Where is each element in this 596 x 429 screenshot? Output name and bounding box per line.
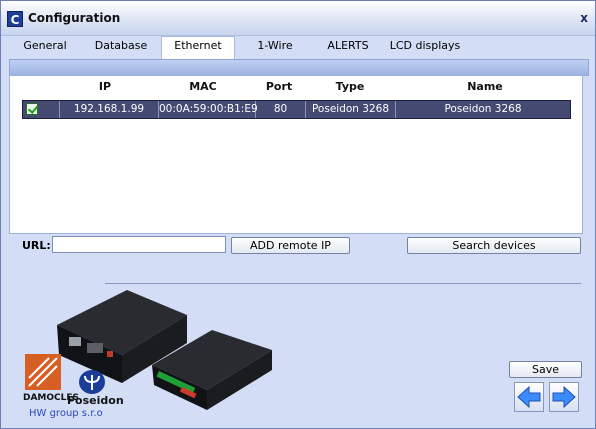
tab-ethernet[interactable]: Ethernet: [161, 36, 235, 59]
cell-port: 80: [256, 101, 306, 118]
divider: [105, 283, 581, 284]
window-title: Configuration: [28, 11, 121, 25]
trident-icon: [84, 375, 100, 390]
column-header-type[interactable]: Type: [328, 80, 372, 93]
url-label: URL:: [22, 239, 51, 252]
search-devices-button[interactable]: Search devices: [407, 237, 581, 254]
app-icon: C: [7, 11, 23, 27]
tab-strip: General Database Ethernet 1-Wire ALERTS …: [1, 35, 595, 59]
damocles-logo-mark: [28, 357, 58, 387]
tab-lcd-displays[interactable]: LCD displays: [389, 37, 461, 57]
arrow-left-icon: [517, 385, 541, 409]
poseidon-label: Poseidon: [67, 394, 124, 407]
checkbox-checked-icon[interactable]: [26, 103, 38, 115]
tab-alerts[interactable]: ALERTS: [323, 37, 373, 57]
tab-general[interactable]: General: [19, 37, 71, 57]
column-header-name[interactable]: Name: [460, 80, 510, 93]
title-bar: C Configuration x: [1, 1, 595, 36]
header-band: [9, 59, 589, 76]
cell-ip: 192.168.1.99: [60, 101, 159, 118]
add-remote-ip-button[interactable]: ADD remote IP: [231, 237, 350, 254]
cell-type: Poseidon 3268: [306, 101, 396, 118]
company-label: HW group s.r.o: [29, 408, 103, 419]
forward-button[interactable]: [549, 382, 579, 412]
tab-1-wire[interactable]: 1-Wire: [253, 37, 297, 57]
url-input[interactable]: [52, 236, 226, 253]
column-header-ip[interactable]: IP: [85, 80, 125, 93]
back-button[interactable]: [514, 382, 544, 412]
tab-database[interactable]: Database: [93, 37, 149, 57]
poseidon-logo: [79, 370, 105, 394]
save-button[interactable]: Save: [509, 361, 582, 378]
device-table: IP MAC Port Type Name 192.168.1.99 00:0A…: [9, 75, 583, 234]
close-button[interactable]: x: [580, 11, 588, 25]
column-header-mac[interactable]: MAC: [178, 80, 228, 93]
cell-mac: 00:0A:59:00:B1:E9: [159, 101, 258, 118]
cell-name: Poseidon 3268: [444, 103, 522, 115]
damocles-logo: [25, 354, 61, 390]
column-header-port[interactable]: Port: [259, 80, 299, 93]
arrow-right-icon: [552, 385, 576, 409]
configuration-window: C Configuration x General Database Ether…: [0, 0, 596, 429]
table-row[interactable]: 192.168.1.99 00:0A:59:00:B1:E9 80 Poseid…: [22, 100, 571, 119]
row-checkbox-cell: [23, 101, 60, 118]
